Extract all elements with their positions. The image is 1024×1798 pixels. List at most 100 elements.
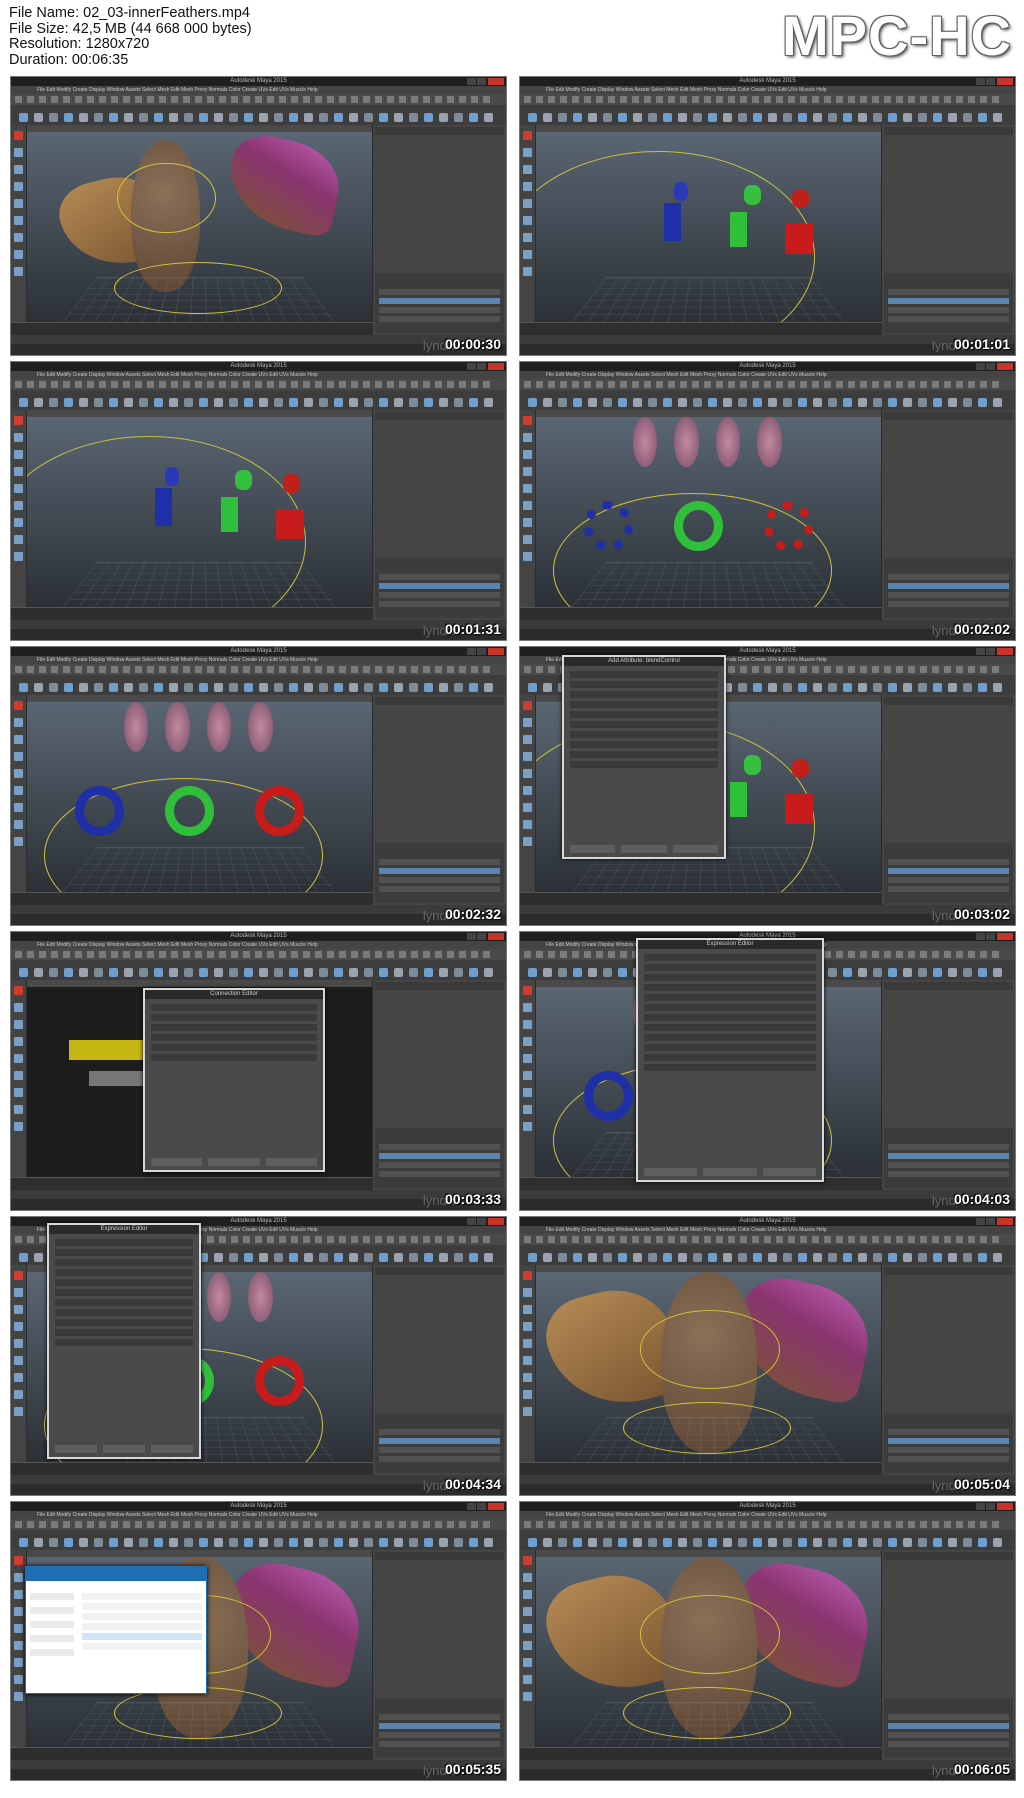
status-line-icon[interactable] [968,951,975,958]
layer-row[interactable] [888,877,1009,883]
minimize-button[interactable] [467,1503,476,1510]
tool-icon[interactable] [14,1288,23,1297]
status-line-icon[interactable] [944,96,951,103]
shelf-tool-icon[interactable] [274,1253,283,1262]
expression-editor-dialog-field[interactable] [55,1299,193,1306]
shelf-tool-icon[interactable] [94,968,103,977]
close-button[interactable] [488,933,504,940]
status-line-icon[interactable] [572,951,579,958]
status-line-icon[interactable] [764,381,771,388]
shelf-tool-icon[interactable] [244,1538,253,1547]
tool-icon[interactable] [523,1288,532,1297]
shelf-tool-icon[interactable] [184,968,193,977]
status-line-icon[interactable] [459,951,466,958]
status-line-icon[interactable] [327,951,334,958]
tool-icon[interactable] [523,1322,532,1331]
status-line-icon[interactable] [231,1521,238,1528]
shelf-tool-icon[interactable] [199,683,208,692]
shelf-tool-icon[interactable] [364,398,373,407]
status-line-icon[interactable] [632,1236,639,1243]
shelf-tool-icon[interactable] [169,398,178,407]
status-line-icon[interactable] [596,381,603,388]
shelf-tool-icon[interactable] [603,1538,612,1547]
connection-editor-dialog-button[interactable] [208,1158,260,1166]
status-line-icon[interactable] [572,1236,579,1243]
status-line-icon[interactable] [656,381,663,388]
main-menu-bar[interactable]: File Edit Modify Create Display Window A… [11,371,506,379]
video-thumbnail[interactable]: Autodesk Maya 2015File Edit Modify Creat… [519,646,1016,926]
tool-icon[interactable] [523,718,532,727]
status-line-icon[interactable] [548,666,555,673]
status-line-icon[interactable] [920,1521,927,1528]
shelf-tool-icon[interactable] [753,683,762,692]
status-line-icon[interactable] [99,96,106,103]
minimize-button[interactable] [467,78,476,85]
status-line-icon[interactable] [351,96,358,103]
shelf-tool-icon[interactable] [873,968,882,977]
time-slider[interactable] [520,892,882,905]
status-line-icon[interactable] [728,381,735,388]
status-line-icon[interactable] [884,951,891,958]
status-line-icon[interactable] [315,951,322,958]
shelf-tool-icon[interactable] [199,113,208,122]
shelf-tool-icon[interactable] [738,113,747,122]
tool-icon[interactable] [14,501,23,510]
tool-icon[interactable] [523,518,532,527]
minimize-button[interactable] [467,933,476,940]
shelf-tool-icon[interactable] [469,683,478,692]
viewport[interactable] [536,1557,882,1748]
expression-editor-dialog-button[interactable] [703,1168,757,1176]
video-thumbnail[interactable]: Autodesk Maya 2015File Edit Modify Creat… [519,931,1016,1211]
status-line-icon[interactable] [812,666,819,673]
shelf-tool-icon[interactable] [963,968,972,977]
status-line-icon[interactable] [39,951,46,958]
status-line-icon[interactable] [267,381,274,388]
shelf-tool-icon[interactable] [259,398,268,407]
status-line-icon[interactable] [171,951,178,958]
shelf-tool-icon[interactable] [334,1538,343,1547]
tool-icon[interactable] [14,267,23,276]
status-line-icon[interactable] [572,96,579,103]
status-line-icon[interactable] [932,381,939,388]
status-line-icon[interactable] [836,1521,843,1528]
status-line-icon[interactable] [740,666,747,673]
shelf-tool-icon[interactable] [139,968,148,977]
tool-icon[interactable] [523,148,532,157]
status-line-icon[interactable] [399,1521,406,1528]
tool-icon[interactable] [14,182,23,191]
status-line-icon[interactable] [351,951,358,958]
status-line-icon[interactable] [351,1236,358,1243]
status-line-icon[interactable] [423,96,430,103]
status-line-icon[interactable] [800,666,807,673]
maximize-button[interactable] [986,363,995,370]
status-line-icon[interactable] [572,381,579,388]
shelf-tool-icon[interactable] [19,398,28,407]
status-line-icon[interactable] [183,666,190,673]
status-line-icon[interactable] [632,1521,639,1528]
shelf-tool-icon[interactable] [124,113,133,122]
shelf-tool-icon[interactable] [229,683,238,692]
status-line-icon[interactable] [411,1521,418,1528]
expression-editor-dialog-field[interactable] [644,1054,816,1061]
status-line-icon[interactable] [15,381,22,388]
channel-box-tabs[interactable] [375,1552,504,1560]
shelf-tool-icon[interactable] [903,683,912,692]
maximize-button[interactable] [986,648,995,655]
shelf-tool-icon[interactable] [618,113,627,122]
tool-icon[interactable] [14,535,23,544]
shelf-tool-icon[interactable] [304,1538,313,1547]
status-line-icon[interactable] [459,1236,466,1243]
status-line-icon[interactable] [363,1236,370,1243]
layer-row[interactable] [888,1456,1009,1462]
connection-editor-dialog-field[interactable] [151,1014,317,1021]
shelf-tool-icon[interactable] [34,1538,43,1547]
status-line-icon[interactable] [752,1236,759,1243]
status-line-icon[interactable] [860,1236,867,1243]
status-line-icon[interactable] [668,381,675,388]
shelf-tool-icon[interactable] [64,398,73,407]
status-line-icon[interactable] [860,951,867,958]
status-line-icon[interactable] [111,666,118,673]
tool-icon[interactable] [523,1071,532,1080]
tool-icon[interactable] [14,1624,23,1633]
expression-editor-dialog[interactable]: Expression Editor [636,938,824,1182]
